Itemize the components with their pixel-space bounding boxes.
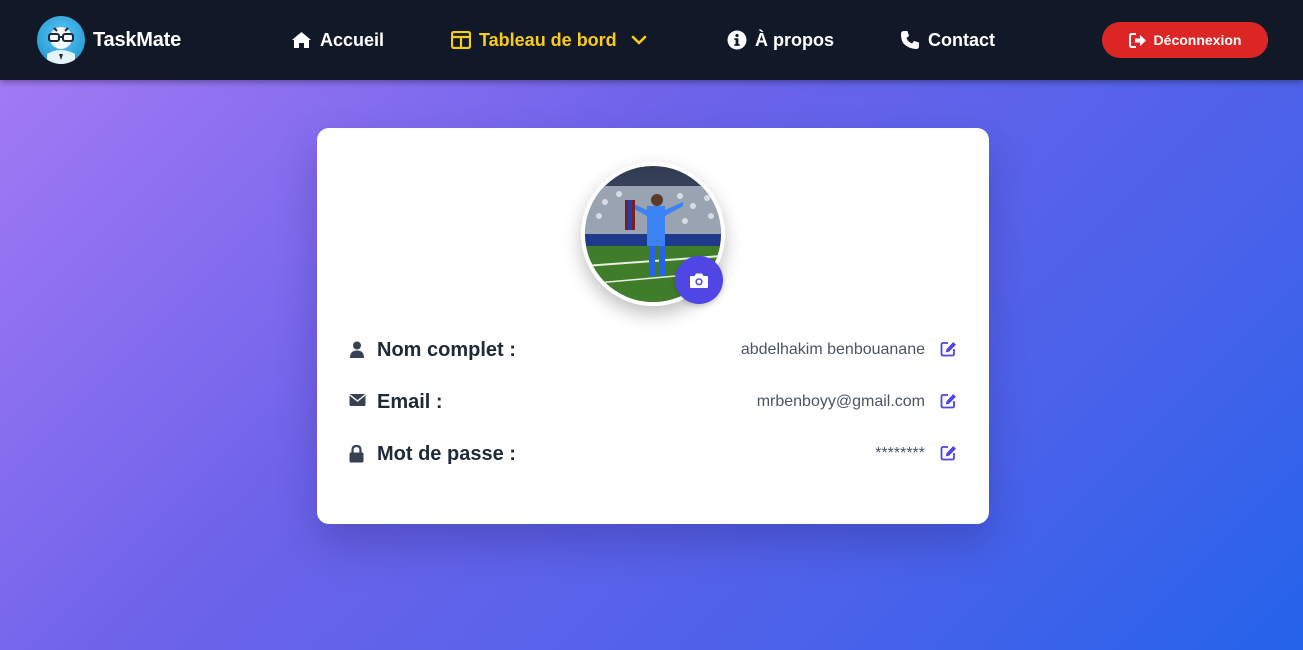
- edit-icon[interactable]: [940, 341, 957, 357]
- logo: [37, 16, 85, 64]
- nav-accueil-label: Accueil: [320, 29, 385, 50]
- nav-contact[interactable]: Contact: [900, 26, 995, 54]
- nav-tableau-label: Tableau de bord: [479, 29, 617, 50]
- nav-a-propos-label: À propos: [755, 29, 834, 50]
- brand-name: TaskMate: [93, 28, 182, 51]
- email-label: Email :: [377, 391, 443, 413]
- email-value: mrbenboyy@gmail.com: [756, 393, 925, 410]
- edit-icon[interactable]: [940, 393, 957, 409]
- camera-icon: [690, 273, 708, 288]
- nav-contact-label: Contact: [928, 29, 995, 50]
- name-label: Nom complet :: [377, 339, 516, 361]
- navbar: TaskMate Accueil Tableau de bord À propo…: [0, 0, 1303, 80]
- info-icon: [727, 30, 747, 50]
- brand[interactable]: TaskMate: [37, 16, 181, 64]
- phone-icon: [901, 31, 919, 49]
- profile-card: Nom complet : abdelhakim benbouanane Ema…: [317, 128, 989, 524]
- name-value: abdelhakim benbouanane: [740, 341, 925, 358]
- profile-row-name: Nom complet : abdelhakim benbouanane: [349, 335, 957, 365]
- dashboard-icon: [451, 31, 471, 49]
- profile-row-password: Mot de passe : ********: [349, 439, 957, 469]
- change-photo-button[interactable]: [675, 256, 723, 304]
- password-value: ********: [875, 445, 925, 462]
- nav-accueil[interactable]: Accueil: [291, 26, 384, 54]
- envelope-icon: [349, 394, 366, 406]
- avatar-container: [581, 162, 725, 306]
- edit-icon[interactable]: [940, 445, 957, 461]
- logout-button[interactable]: Déconnexion: [1102, 22, 1268, 58]
- password-label: Mot de passe :: [377, 443, 516, 465]
- nav-tableau-de-bord[interactable]: Tableau de bord: [451, 26, 647, 54]
- nav-a-propos[interactable]: À propos: [727, 26, 834, 54]
- chevron-down-icon: [631, 35, 646, 45]
- logout-label: Déconnexion: [1153, 32, 1242, 48]
- profile-row-email: Email : mrbenboyy@gmail.com: [349, 387, 957, 417]
- home-icon: [292, 32, 311, 48]
- lock-icon: [349, 445, 364, 463]
- logout-icon: [1128, 32, 1146, 48]
- user-icon: [350, 341, 364, 358]
